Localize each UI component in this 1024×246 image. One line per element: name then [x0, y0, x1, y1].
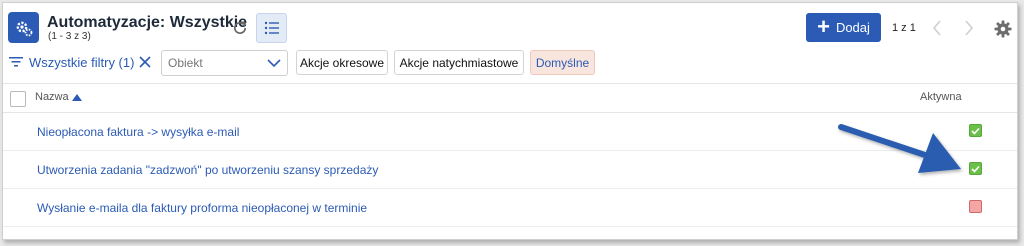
automation-gear-icon: [8, 12, 39, 43]
table-row: Wysłanie e-maila dla faktury proforma ni…: [3, 189, 1017, 227]
check-icon: [971, 165, 980, 173]
table-row: Nieopłacona faktura -> wysyłka e-mail: [3, 113, 1017, 151]
sort-ascending-icon: [71, 93, 82, 101]
immediate-actions-chip[interactable]: Akcje natychmiastowe: [394, 50, 524, 75]
add-button[interactable]: + Dodaj: [806, 13, 881, 42]
table-row: Utworzenia zadania "zadzwoń" po utworzen…: [3, 151, 1017, 189]
add-button-label: Dodaj: [835, 20, 870, 35]
list-view-button[interactable]: [256, 13, 287, 43]
list-view-icon: [264, 21, 279, 35]
refresh-button[interactable]: [229, 17, 251, 39]
inactive-status-toggle[interactable]: [969, 200, 982, 213]
object-select[interactable]: Obiekt: [161, 50, 288, 76]
column-name-label: Nazwa: [35, 91, 69, 103]
settings-button[interactable]: [992, 18, 1014, 40]
periodic-actions-chip[interactable]: Akcje okresowe: [296, 50, 388, 75]
chevron-left-icon: [932, 20, 941, 36]
default-filter-chip[interactable]: Domyślne: [530, 50, 595, 75]
object-select-placeholder: Obiekt: [168, 56, 203, 70]
plus-icon: +: [817, 13, 830, 39]
active-status-toggle[interactable]: [969, 124, 982, 137]
next-page-button[interactable]: [960, 17, 978, 39]
refresh-icon: [234, 21, 247, 34]
clear-filters-button[interactable]: [137, 54, 153, 70]
chevron-right-icon: [965, 20, 974, 36]
automations-panel: Automatyzacje: Wszystkie (1 - 3 z 3) + D…: [2, 2, 1018, 240]
page-title: Automatyzacje: Wszystkie: [47, 14, 248, 31]
pagination-info: 1 z 1: [892, 22, 916, 34]
all-filters-link[interactable]: Wszystkie filtry (1): [29, 55, 134, 70]
close-icon: [139, 56, 151, 68]
chevron-down-icon: [267, 59, 281, 68]
automation-name-link[interactable]: Utworzenia zadania "zadzwoń" po utworzen…: [37, 163, 378, 177]
table-header: Nazwa Aktywna: [3, 83, 1017, 113]
gear-icon: [994, 20, 1012, 38]
record-count: (1 - 3 z 3): [48, 31, 91, 42]
active-status-toggle[interactable]: [969, 162, 982, 175]
previous-page-button[interactable]: [928, 17, 946, 39]
select-all-checkbox[interactable]: [10, 91, 26, 107]
column-header-name[interactable]: Nazwa: [35, 91, 82, 103]
automation-name-link[interactable]: Nieopłacona faktura -> wysyłka e-mail: [37, 125, 239, 139]
filter-icon: [9, 57, 23, 67]
check-icon: [971, 127, 980, 135]
automation-name-link[interactable]: Wysłanie e-maila dla faktury proforma ni…: [37, 201, 367, 215]
column-header-active: Aktywna: [920, 91, 962, 103]
